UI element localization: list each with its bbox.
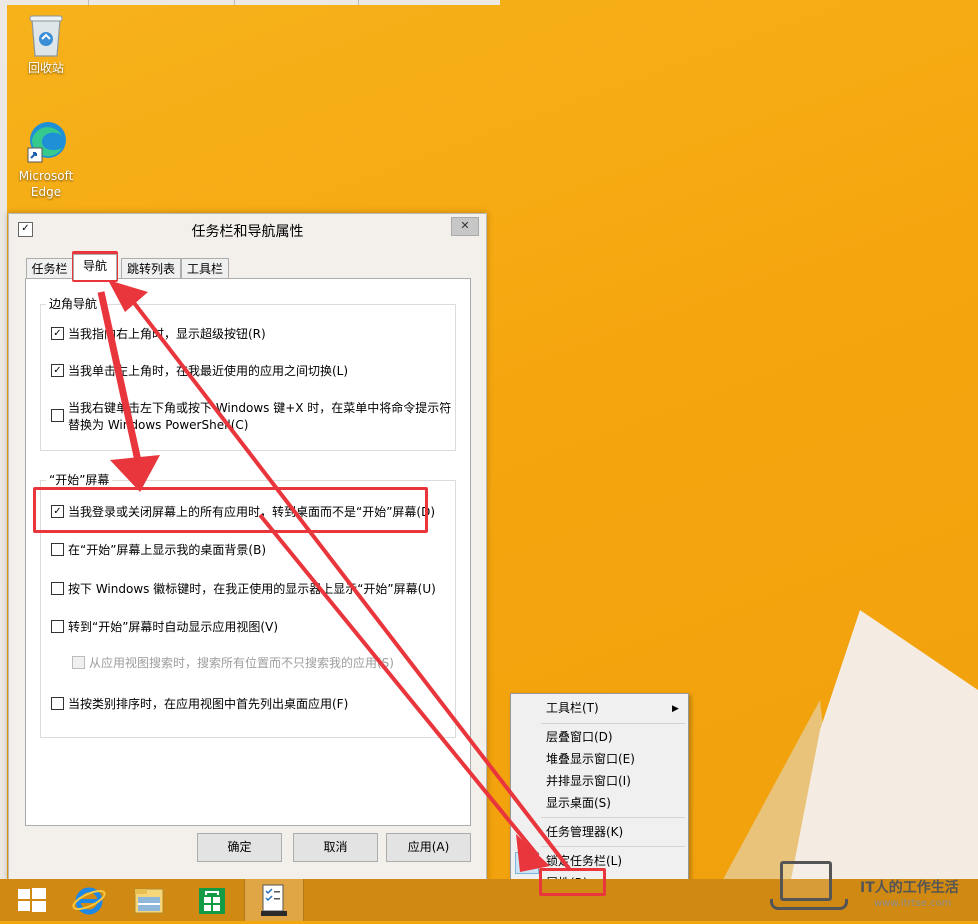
annotation-arrows [97, 280, 572, 872]
arrow-to-option [97, 291, 144, 471]
arrow-head-tab [108, 280, 148, 312]
tab-navigation[interactable]: 导航 [73, 254, 117, 280]
arrow-to-tab [126, 293, 572, 872]
arrow-to-properties [258, 513, 540, 858]
arrow-head-option [110, 455, 160, 492]
